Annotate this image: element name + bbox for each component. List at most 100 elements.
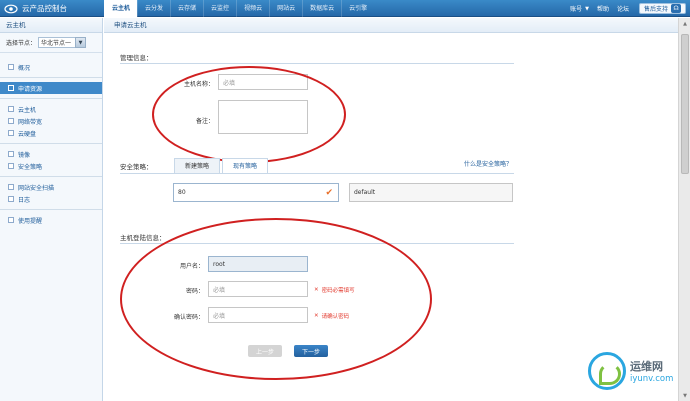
- list-icon: [8, 163, 14, 169]
- host-name-label: 主机名称：: [183, 81, 214, 88]
- scroll-up-icon[interactable]: ▲: [679, 18, 690, 29]
- sidebar-item-label: 网络带宽: [18, 118, 43, 126]
- username-value: root: [213, 260, 226, 268]
- sidebar-item-label: 申请资源: [18, 85, 43, 93]
- sidebar-header: 云主机: [0, 18, 102, 33]
- watermark-logo-icon: [588, 352, 626, 390]
- headset-icon: ☊: [671, 4, 681, 13]
- sidebar-item-apply-resource[interactable]: 申请资源: [0, 82, 102, 94]
- check-icon: ✔: [325, 187, 333, 198]
- sidebar-item-label: 网站安全扫描: [18, 184, 55, 192]
- sidebar-item-label: 镜像: [18, 151, 31, 159]
- tab-database-cloud[interactable]: 数据库云: [302, 0, 341, 17]
- divider: [0, 77, 102, 78]
- mgmt-section-title: 管理信息：: [120, 54, 153, 62]
- vertical-scrollbar[interactable]: ▲ ▼: [678, 18, 690, 401]
- top-nav: 云主机 云分发 云存储 云监控 视频云 网站云 数据库云 云引擎: [104, 0, 374, 17]
- username-input[interactable]: root: [208, 256, 308, 272]
- list-icon: [8, 85, 14, 91]
- sidebar-item-label: 日志: [18, 196, 31, 204]
- port-value: 80: [178, 189, 186, 196]
- list-icon: [8, 64, 14, 70]
- cloud-eye-logo-icon: [4, 4, 18, 13]
- sidebar-item-cloud-disk[interactable]: 云硬盘: [0, 127, 102, 139]
- policy-name-field[interactable]: default: [349, 183, 513, 202]
- watermark-text: 运维网 iyunv.com: [630, 358, 673, 384]
- sidebar-item-security-policy[interactable]: 安全策略: [0, 160, 102, 172]
- port-field[interactable]: 80 ✔: [173, 183, 339, 202]
- host-name-input[interactable]: 必填: [218, 74, 308, 90]
- account-menu[interactable]: 账号 ▼: [570, 4, 589, 14]
- remark-textarea[interactable]: [218, 100, 308, 134]
- chevron-down-icon[interactable]: ▼: [75, 37, 87, 48]
- security-section-title: 安全策略：: [120, 163, 153, 171]
- tab-existing-policy[interactable]: 现有策略: [222, 158, 269, 173]
- tab-cloud-storage[interactable]: 云存储: [170, 0, 203, 17]
- watermark-line1: 运维网: [630, 360, 663, 373]
- error-x-icon: ✕: [314, 287, 319, 293]
- app-title: 云产品控制台: [22, 4, 67, 13]
- sidebar-item-site-scan[interactable]: 网站安全扫描: [0, 181, 102, 193]
- password-input[interactable]: 必填: [208, 281, 308, 297]
- divider: [120, 173, 514, 174]
- confirm-password-input[interactable]: 必填: [208, 307, 308, 323]
- sidebar-item-label: 云主机: [18, 106, 37, 114]
- username-label: 用户名：: [179, 263, 204, 270]
- list-icon: [8, 130, 14, 136]
- password-error: ✕ 密码必需填写: [314, 286, 355, 294]
- node-select-value: 华北节点一: [41, 40, 72, 47]
- confirm-password-placeholder: 必填: [213, 312, 226, 320]
- top-right-links: 账号 ▼ 帮助 论坛 售后支持 ☊: [562, 0, 686, 17]
- help-link[interactable]: 帮助: [597, 4, 609, 13]
- sidebar-item-image[interactable]: 镜像: [0, 148, 102, 160]
- tab-new-policy[interactable]: 新建策略: [174, 158, 221, 173]
- list-icon: [8, 217, 14, 223]
- chevron-down-icon: ▼: [585, 5, 589, 12]
- error-x-icon: ✕: [314, 313, 319, 319]
- sidebar-item-reminder[interactable]: 使用提醒: [0, 214, 102, 226]
- tab-video-cloud[interactable]: 视频云: [236, 0, 269, 17]
- sidebar-item-overview[interactable]: 概况: [0, 61, 102, 73]
- confirm-password-error: ✕ 请确认密码: [314, 312, 349, 320]
- remark-label: 备注：: [195, 118, 214, 125]
- app-brand[interactable]: 云产品控制台: [4, 3, 67, 14]
- password-placeholder: 必填: [213, 286, 226, 294]
- prev-step-button[interactable]: 上一步: [248, 345, 282, 357]
- sidebar-item-cloud-host[interactable]: 云主机: [0, 103, 102, 115]
- tab-website-cloud[interactable]: 网站云: [269, 0, 302, 17]
- top-bar: 云产品控制台 云主机 云分发 云存储 云监控 视频云 网站云 数据库云 云引擎 …: [0, 0, 690, 17]
- security-help-link[interactable]: 什么是安全策略？: [464, 159, 512, 168]
- divider: [0, 209, 102, 210]
- tab-cloud-host[interactable]: 云主机: [104, 0, 138, 17]
- node-select[interactable]: 华北节点一 ▼: [38, 37, 87, 48]
- password-error-text: 密码必需填写: [321, 288, 355, 294]
- sidebar-item-label: 云硬盘: [18, 130, 37, 138]
- divider: [120, 243, 514, 244]
- list-icon: [8, 151, 14, 157]
- list-icon: [8, 106, 14, 112]
- sidebar-item-log[interactable]: 日志: [0, 193, 102, 205]
- watermark-line2: iyunv.com: [630, 374, 674, 384]
- scrollbar-thumb[interactable]: [681, 34, 689, 174]
- node-label: 选择节点：: [6, 40, 37, 47]
- sidebar-item-label: 安全策略: [18, 163, 43, 171]
- tab-cloud-engine[interactable]: 云引擎: [341, 0, 374, 17]
- divider: [0, 176, 102, 177]
- support-button[interactable]: 售后支持 ☊: [638, 3, 686, 14]
- tab-cloud-distribution[interactable]: 云分发: [137, 0, 170, 17]
- divider: [0, 143, 102, 144]
- breadcrumb: 申请云主机: [104, 18, 678, 33]
- forum-link[interactable]: 论坛: [617, 4, 629, 13]
- list-icon: [8, 196, 14, 202]
- policy-name-value: default: [354, 189, 376, 196]
- sidebar: 云主机 选择节点： 华北节点一 ▼ 概况 申请资源 云主机 网络带宽 云硬盘 镜…: [0, 18, 103, 401]
- tab-cloud-monitor[interactable]: 云监控: [203, 0, 236, 17]
- next-step-button[interactable]: 下一步: [294, 345, 328, 357]
- sidebar-item-label: 概况: [18, 64, 31, 72]
- password-label: 密码：: [185, 288, 204, 295]
- host-name-placeholder: 必填: [223, 79, 236, 87]
- main-content: 申请云主机 管理信息： 主机名称： 必填 备注： 安全策略： 新建策略 现有策略…: [104, 18, 678, 401]
- sidebar-item-bandwidth[interactable]: 网络带宽: [0, 115, 102, 127]
- login-section-title: 主机登陆信息：: [120, 234, 166, 242]
- watermark: 运维网 iyunv.com: [588, 348, 684, 394]
